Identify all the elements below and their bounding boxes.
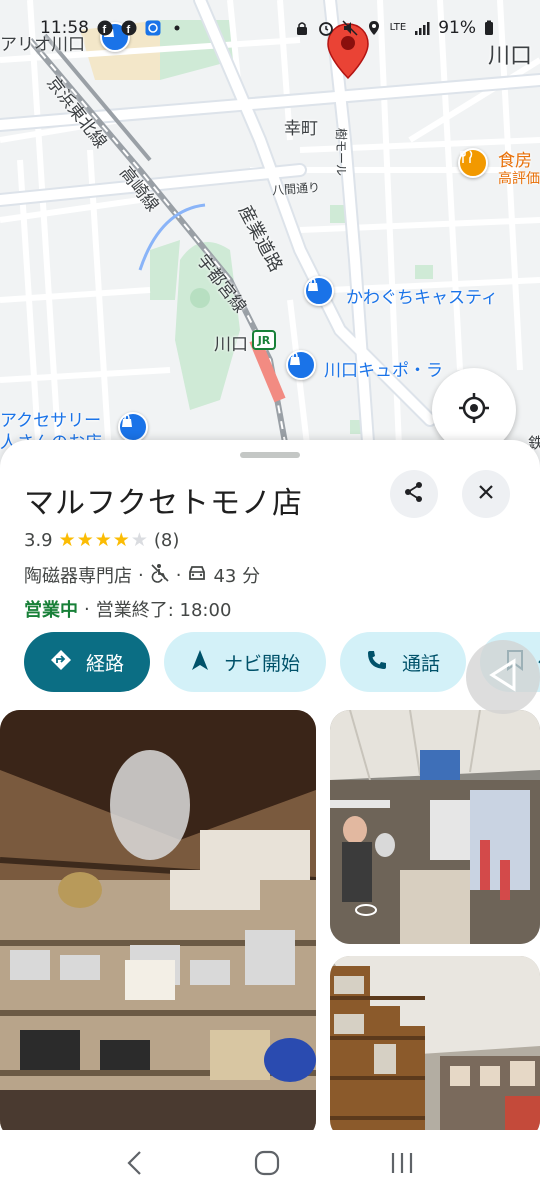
home-nav-button[interactable] [254,1150,280,1180]
start-navigation-button[interactable]: ナビ開始 [164,632,327,692]
hours-row[interactable]: 営業中 · 営業終了: 18:00 [24,596,231,622]
review-count: (8) [153,530,180,551]
location-icon [366,20,382,36]
action-chip-row[interactable]: 経路 ナビ開始 通話 保 [24,632,540,692]
star-full-icon: ★ [112,529,130,551]
system-nav-bar [0,1130,540,1200]
svg-text:f: f [127,24,131,36]
edge-panel-handle[interactable] [466,640,540,714]
map-label-hachiken: 八間通り [271,180,321,198]
map-label-cupo[interactable]: 川口キュポ・ラ [324,356,443,381]
rating-stars: ★ ★ ★ ★ ★ [59,531,148,550]
separator: · [84,598,90,620]
crosshair-icon [457,391,491,429]
poi-shopping-icon[interactable] [118,412,148,442]
close-time: 営業終了: 18:00 [95,600,232,621]
battery-icon [484,20,500,36]
star-full-icon: ★ [94,529,112,551]
directions-label: 経路 [86,652,125,675]
separator: · [138,564,144,586]
navigation-arrow-icon [190,649,210,676]
car-icon [187,564,207,587]
call-button[interactable]: 通話 [340,632,467,692]
facebook-icon: f [121,20,137,36]
wheelchair-not-accessible-icon [150,563,170,588]
poi-shopping-icon[interactable] [304,276,334,306]
jr-badge[interactable]: JR [252,330,276,350]
place-sheet[interactable]: マルフクセトモノ店 3.9 ★ ★ ★ ★ ★ (8) 陶磁器専門店 · · 4… [0,440,540,1140]
battery-percent: 91% [438,18,476,38]
separator: · [175,564,182,586]
signal-icon [414,20,430,36]
map-label-kiku-mall: 樹モール [334,128,348,177]
phone-icon [366,649,388,676]
triangle-left-icon [488,658,518,696]
place-title: マルフクセトモノ店 [24,486,303,521]
drive-time: 43 分 [213,566,261,587]
photo-gallery[interactable] [0,710,540,1140]
recents-nav-button[interactable] [389,1151,415,1179]
map-label-castey[interactable]: かわぐちキャスティ [346,283,498,308]
lock-icon [294,20,310,36]
share-icon [403,481,425,507]
close-icon [477,483,495,505]
photo-interior-360[interactable] [330,710,540,944]
rating-value: 3.9 [24,530,53,551]
call-label: 通話 [402,652,441,675]
star-full-icon: ★ [58,529,76,551]
photo-main[interactable] [0,710,316,1140]
directions-button[interactable]: 経路 [24,632,151,692]
close-button[interactable] [462,470,510,518]
place-category: 陶磁器専門店 [24,566,132,587]
share-button[interactable] [390,470,438,518]
poi-shopping-icon[interactable] [286,350,316,380]
alarm-icon [318,20,334,36]
rating-row[interactable]: 3.9 ★ ★ ★ ★ ★ (8) [24,530,179,551]
facebook-icon: f [97,20,113,36]
mute-icon [342,20,358,36]
sheet-drag-handle[interactable] [240,452,300,458]
directions-icon [50,649,72,676]
map-label-saiwai: 幸町 [284,119,318,139]
star-empty-icon: ★ [130,529,148,551]
back-nav-button[interactable] [125,1150,145,1180]
network-type: LTE [389,22,407,33]
svg-text:f: f [103,24,107,36]
star-full-icon: ★ [76,529,94,551]
map-label-station[interactable]: 川口 [214,330,248,355]
open-status: 営業中 [24,600,78,621]
screen: アリオ川口 川口 京浜東北線 高崎線 宇都宮線 産業道路 幸町 樹モール 八間通… [0,0,540,1200]
info-row: 陶磁器専門店 · · 43 分 [24,562,260,588]
dot-icon [169,20,185,36]
app-icon [145,20,161,36]
status-time: 11:58 [40,18,89,38]
start-navigation-label: ナビ開始 [224,652,301,675]
map-label-food-2: 高評価 [498,171,540,187]
photo-interior-shelves[interactable] [330,956,540,1140]
status-bar: 11:58 f f LTE 91% [0,0,540,44]
restaurant-icon[interactable] [458,148,488,178]
